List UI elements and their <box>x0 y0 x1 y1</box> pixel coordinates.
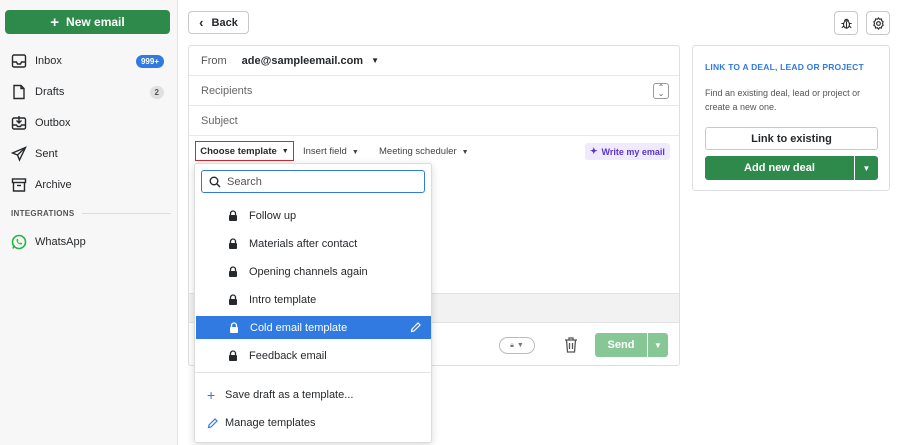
sidebar-item-label: Inbox <box>35 55 62 67</box>
template-item[interactable]: Follow up <box>195 204 431 227</box>
gear-icon <box>872 16 884 30</box>
meeting-scheduler-button[interactable]: Meeting scheduler ▼ <box>379 146 469 157</box>
caret-down-icon: ▼ <box>351 149 359 156</box>
insert-field-label: Insert field <box>303 146 347 157</box>
caret-down-icon: ▼ <box>654 340 662 350</box>
lock-icon <box>229 238 237 249</box>
inbox-icon <box>11 54 27 68</box>
from-row: From ade@sampleemail.com ▼ <box>189 46 679 76</box>
subject-field[interactable]: Subject <box>189 106 679 136</box>
link-to-existing-button[interactable]: Link to existing <box>705 127 878 150</box>
plus-icon: + <box>50 13 60 31</box>
template-dropdown: Follow up Materials after contact Openin… <box>194 163 432 443</box>
manage-templates-item[interactable]: Manage templates <box>195 411 431 435</box>
bug-icon <box>840 18 852 29</box>
sidebar-item-whatsapp[interactable]: WhatsApp <box>0 229 177 255</box>
send-plane-icon <box>11 146 27 162</box>
plus-icon: + <box>207 387 216 403</box>
from-label: From <box>201 54 227 67</box>
template-label: Intro template <box>249 293 317 306</box>
inbox-count-badge: 999+ <box>135 54 164 68</box>
back-button[interactable]: ‹ Back <box>188 11 249 34</box>
menu-divider <box>195 372 431 373</box>
sidebar-item-sent[interactable]: Sent <box>0 141 177 167</box>
template-label: Follow up <box>249 209 297 222</box>
lock-icon: 🔒︎ <box>510 341 514 349</box>
lock-icon <box>229 350 237 361</box>
sidebar-item-label: Drafts <box>35 86 65 98</box>
send-options-button[interactable]: ▼ <box>648 333 668 357</box>
sidebar-item-label: Sent <box>35 148 58 160</box>
sidebar-item-archive[interactable]: Archive <box>0 172 177 198</box>
pencil-icon[interactable] <box>410 322 421 333</box>
panel-description: Find an existing deal, lead or project o… <box>705 88 861 112</box>
back-label: Back <box>211 16 238 29</box>
whatsapp-icon <box>11 234 27 250</box>
write-my-email-label: Write my email <box>601 146 665 157</box>
write-my-email-button[interactable]: ✦ Write my email <box>585 143 670 160</box>
expand-recipients-button[interactable]: ⌃ ⌄ <box>653 83 669 99</box>
sidebar-item-label: Outbox <box>35 117 71 129</box>
from-address-select[interactable]: ade@sampleemail.com <box>242 55 363 67</box>
choose-template-button[interactable]: Choose template ▼ <box>195 141 294 161</box>
template-item[interactable]: Feedback email <box>195 344 431 367</box>
chevron-left-icon: ‹ <box>199 15 204 30</box>
sidebar-item-inbox[interactable]: Inbox 999+ <box>0 48 177 74</box>
pencil-icon <box>207 417 218 428</box>
bug-report-button[interactable] <box>834 11 858 35</box>
template-search[interactable] <box>201 170 425 193</box>
outbox-icon <box>11 116 27 130</box>
lock-icon <box>229 210 237 221</box>
add-deal-options-button[interactable]: ▼ <box>855 156 878 180</box>
caret-down-icon[interactable]: ▼ <box>371 56 379 65</box>
sidebar-item-drafts[interactable]: Drafts 2 <box>0 79 177 105</box>
archive-box-icon <box>11 178 27 192</box>
recipients-field[interactable]: Recipients ⌃ ⌄ <box>189 76 679 106</box>
new-email-label: New email <box>66 15 125 29</box>
template-label: Materials after contact <box>249 237 358 250</box>
settings-button[interactable] <box>866 11 890 35</box>
tracking-privacy-toggle[interactable]: 🔒︎ ▼ <box>499 337 535 354</box>
sidebar-item-outbox[interactable]: Outbox <box>0 110 177 136</box>
link-deal-panel: LINK TO A DEAL, LEAD OR PROJECT Find an … <box>692 45 890 191</box>
caret-down-icon: ▼ <box>862 163 871 173</box>
send-button[interactable]: Send <box>595 333 647 357</box>
caret-down-icon: ▼ <box>516 342 524 349</box>
sidebar: + New email Inbox 999+ Drafts 2 Outbox S… <box>0 0 178 445</box>
template-label: Feedback email <box>249 349 327 362</box>
recipients-placeholder: Recipients <box>201 84 253 97</box>
search-icon <box>209 176 221 187</box>
draft-file-icon <box>13 84 25 100</box>
lock-icon <box>229 294 237 305</box>
template-label: Cold email template <box>250 321 348 334</box>
sidebar-item-label: Archive <box>35 179 72 191</box>
drafts-count-badge: 2 <box>149 85 164 99</box>
chevron-down-icon: ⌄ <box>657 89 665 98</box>
save-draft-as-template-item[interactable]: + Save draft as a template... <box>195 383 431 407</box>
template-item[interactable]: Intro template <box>195 288 431 311</box>
subject-placeholder: Subject <box>201 114 238 127</box>
new-email-button[interactable]: + New email <box>5 10 170 34</box>
meeting-scheduler-label: Meeting scheduler <box>379 146 457 157</box>
composer-toolbar: Choose template ▼ Insert field ▼ Meeting … <box>189 136 679 166</box>
manage-templates-label: Manage templates <box>225 417 316 429</box>
insert-field-button[interactable]: Insert field ▼ <box>303 146 359 157</box>
template-label: Opening channels again <box>249 265 368 278</box>
integrations-section-label: INTEGRATIONS <box>11 209 171 218</box>
template-item[interactable]: Opening channels again <box>195 260 431 283</box>
lock-icon <box>229 266 237 277</box>
choose-template-label: Choose template <box>200 145 277 157</box>
save-draft-label: Save draft as a template... <box>225 389 354 401</box>
template-item-selected[interactable]: Cold email template <box>196 316 431 339</box>
add-new-deal-button[interactable]: Add new deal <box>705 156 854 180</box>
trash-icon[interactable] <box>563 336 579 354</box>
lock-icon <box>230 322 238 333</box>
panel-title: LINK TO A DEAL, LEAD OR PROJECT <box>705 62 864 72</box>
caret-down-icon: ▼ <box>281 147 289 155</box>
sidebar-item-label: WhatsApp <box>35 236 86 248</box>
caret-down-icon: ▼ <box>461 149 469 156</box>
template-item[interactable]: Materials after contact <box>195 232 431 255</box>
sparkle-icon: ✦ <box>590 146 598 156</box>
template-search-input[interactable] <box>227 175 407 188</box>
